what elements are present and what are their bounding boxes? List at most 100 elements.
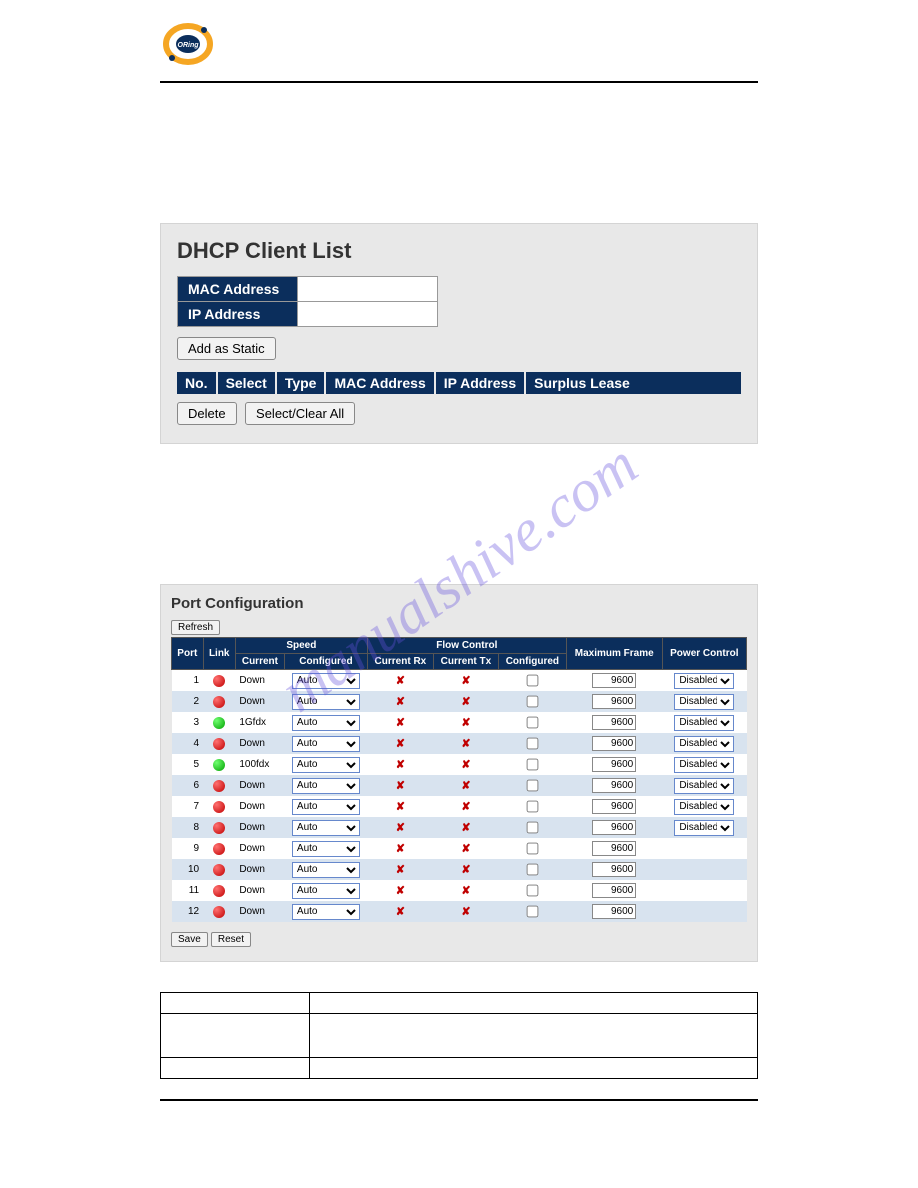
maxframe-cell [566,880,662,901]
flow-checkbox[interactable] [527,717,539,729]
power-select[interactable]: Disabled [674,778,734,794]
power-select[interactable]: Disabled [674,757,734,773]
port-row: 7DownAuto✘✘Disabled [172,796,747,817]
description-table [160,992,758,1079]
flow-tx: ✘ [433,838,498,859]
speed-select[interactable]: Auto [292,673,360,689]
speed-select-cell: Auto [285,838,368,859]
desc-r2-label [161,1014,310,1058]
power-select[interactable]: Disabled [674,736,734,752]
power-select[interactable]: Disabled [674,715,734,731]
speed-select[interactable]: Auto [292,862,360,878]
speed-select[interactable]: Auto [292,715,360,731]
flow-tx: ✘ [433,775,498,796]
port-number: 1 [172,670,204,692]
flow-tx: ✘ [433,712,498,733]
flow-rx: ✘ [367,691,433,712]
flow-rx: ✘ [367,880,433,901]
speed-current: 1Gfdx [235,712,284,733]
flow-rx: ✘ [367,838,433,859]
speed-current: Down [235,880,284,901]
flow-tx: ✘ [433,691,498,712]
power-select[interactable]: Disabled [674,694,734,710]
oring-logo: ORing [160,20,758,73]
desc-r1-label [161,993,310,1014]
power-select[interactable]: Disabled [674,673,734,689]
speed-select[interactable]: Auto [292,778,360,794]
power-select[interactable]: Disabled [674,820,734,836]
flow-checkbox[interactable] [527,696,539,708]
speed-current: Down [235,733,284,754]
link-led [203,859,235,880]
port-config-title: Port Configuration [171,595,747,612]
maxframe-input[interactable] [592,883,636,898]
flow-tx: ✘ [433,859,498,880]
save-button[interactable]: Save [171,932,208,947]
maxframe-input[interactable] [592,673,636,688]
maxframe-input[interactable] [592,862,636,877]
add-as-static-button[interactable]: Add as Static [177,337,276,360]
speed-select[interactable]: Auto [292,841,360,857]
desc-r3-label [161,1058,310,1079]
port-table: Port Link Speed Flow Control Maximum Fra… [171,637,747,922]
speed-current: Down [235,838,284,859]
maxframe-input[interactable] [592,841,636,856]
link-led [203,901,235,922]
port-number: 9 [172,838,204,859]
flow-tx: ✘ [433,796,498,817]
port-number: 10 [172,859,204,880]
select-clear-button[interactable]: Select/Clear All [245,402,355,425]
port-number: 6 [172,775,204,796]
flow-checkbox[interactable] [527,864,539,876]
power-cell: Disabled [662,754,746,775]
refresh-button[interactable]: Refresh [171,620,220,635]
th-maxframe: Maximum Frame [566,638,662,670]
speed-select[interactable]: Auto [292,904,360,920]
speed-select-cell: Auto [285,817,368,838]
speed-select-cell: Auto [285,901,368,922]
flow-checkbox[interactable] [527,675,539,687]
ip-input[interactable] [298,302,438,327]
flow-checkbox[interactable] [527,843,539,855]
power-cell [662,901,746,922]
speed-current: Down [235,817,284,838]
desc-r1-text [310,993,758,1014]
maxframe-input[interactable] [592,820,636,835]
link-led [203,838,235,859]
speed-select[interactable]: Auto [292,799,360,815]
speed-select[interactable]: Auto [292,736,360,752]
delete-button[interactable]: Delete [177,402,237,425]
speed-select[interactable]: Auto [292,883,360,899]
port-number: 12 [172,901,204,922]
col-mac: MAC Address [326,372,435,394]
flow-rx: ✘ [367,712,433,733]
link-led [203,670,235,692]
flow-rx: ✘ [367,733,433,754]
speed-select-cell: Auto [285,670,368,692]
speed-select[interactable]: Auto [292,694,360,710]
port-row: 8DownAuto✘✘Disabled [172,817,747,838]
flow-checkbox[interactable] [527,822,539,834]
maxframe-input[interactable] [592,904,636,919]
col-lease: Surplus Lease [526,372,638,394]
maxframe-input[interactable] [592,799,636,814]
flow-checkbox[interactable] [527,801,539,813]
mac-input[interactable] [298,277,438,302]
maxframe-input[interactable] [592,757,636,772]
flow-checkbox[interactable] [527,759,539,771]
flow-checkbox[interactable] [527,780,539,792]
flow-checkbox[interactable] [527,906,539,918]
maxframe-input[interactable] [592,736,636,751]
power-select[interactable]: Disabled [674,799,734,815]
speed-select[interactable]: Auto [292,820,360,836]
maxframe-input[interactable] [592,694,636,709]
speed-current: Down [235,670,284,692]
flow-checkbox[interactable] [527,738,539,750]
maxframe-input[interactable] [592,715,636,730]
flow-conf [498,691,566,712]
flow-checkbox[interactable] [527,885,539,897]
speed-select[interactable]: Auto [292,757,360,773]
col-ip: IP Address [436,372,526,394]
reset-button[interactable]: Reset [211,932,251,947]
maxframe-input[interactable] [592,778,636,793]
